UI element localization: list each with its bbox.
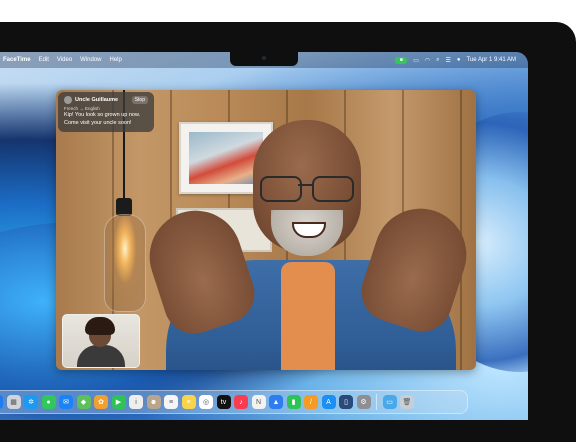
contacts-icon[interactable]: ☻ (146, 395, 161, 409)
menu-edit[interactable]: Edit (39, 57, 49, 63)
system-settings-icon[interactable]: ⚙ (356, 395, 371, 409)
news-icon[interactable]: N (251, 395, 266, 409)
freeform-icon[interactable]: ◎ (199, 395, 213, 409)
control-center-icon[interactable]: ☰ (446, 57, 451, 64)
downloads-folder-icon[interactable]: ▭ (382, 395, 397, 409)
keynote-icon[interactable]: ▲ (269, 395, 283, 409)
caller-shirt (281, 262, 335, 370)
stop-translation-button[interactable]: Stop (131, 96, 148, 104)
messages-icon[interactable]: ● (41, 395, 56, 409)
maps-icon[interactable]: ◆ (76, 395, 91, 409)
reminders-icon[interactable]: ≡ (164, 395, 178, 409)
siri-icon[interactable]: ● (457, 57, 461, 63)
battery-icon[interactable]: ▭ (413, 57, 419, 64)
menu-video[interactable]: Video (57, 57, 72, 63)
app-store-icon[interactable]: A (321, 395, 336, 409)
facetime-call-window[interactable]: Uncle Guillaume Stop French → English Ki… (56, 90, 476, 370)
caller-avatar (64, 96, 72, 104)
camera-lens (262, 56, 266, 60)
pendant-lamp (104, 214, 146, 312)
mail-icon[interactable]: ✉ (59, 395, 73, 409)
finder-icon[interactable]: ☺ (0, 395, 3, 409)
live-translation-banner[interactable]: Uncle Guillaume Stop French → English Ki… (58, 92, 154, 132)
pages-icon[interactable]: / (304, 395, 318, 409)
dock-separator (376, 394, 377, 410)
caller-glasses (260, 176, 356, 202)
caller-name: Uncle Guillaume (75, 97, 119, 103)
translated-message-line: Come visit your uncle soon! (64, 120, 132, 126)
self-view-pip[interactable] (62, 314, 140, 368)
launchpad-icon[interactable]: ▦ (6, 395, 21, 409)
menu-window[interactable]: Window (80, 57, 101, 63)
menu-help[interactable]: Help (110, 57, 122, 63)
trash-icon[interactable]: 🗑 (400, 395, 414, 409)
dock: ☺▦✲●✉◆✿▶i☻≡≡◎tv♪N▲▮/A▯⚙▭🗑 (0, 390, 468, 414)
numbers-icon[interactable]: ▮ (286, 395, 301, 409)
wifi-icon[interactable]: ◠ (425, 57, 430, 64)
photos-icon[interactable]: ✿ (94, 395, 108, 409)
tv-icon[interactable]: tv (216, 395, 231, 409)
notes-icon[interactable]: ≡ (181, 395, 196, 409)
translated-message-line: Kip! You look so grown up now. (64, 112, 141, 118)
desktop-screen: FaceTime Edit Video Window Help ■ ▭ ◠ ⌕ … (0, 52, 528, 420)
iphone-mirroring-icon[interactable]: ▯ (339, 395, 353, 409)
facetime-icon[interactable]: ▶ (111, 395, 126, 409)
menu-app-name[interactable]: FaceTime (3, 57, 31, 63)
menu-clock[interactable]: Tue Apr 1 9:41 AM (467, 57, 516, 63)
info-icon[interactable]: i (129, 395, 143, 409)
translation-languages: French → English (64, 106, 100, 111)
search-icon[interactable]: ⌕ (436, 57, 439, 64)
safari-icon[interactable]: ✲ (24, 395, 38, 409)
camera-notch (230, 52, 298, 66)
camera-in-use-icon[interactable]: ■ (395, 56, 408, 64)
music-icon[interactable]: ♪ (234, 395, 248, 409)
laptop-frame: FaceTime Edit Video Window Help ■ ▭ ◠ ⌕ … (0, 22, 576, 442)
